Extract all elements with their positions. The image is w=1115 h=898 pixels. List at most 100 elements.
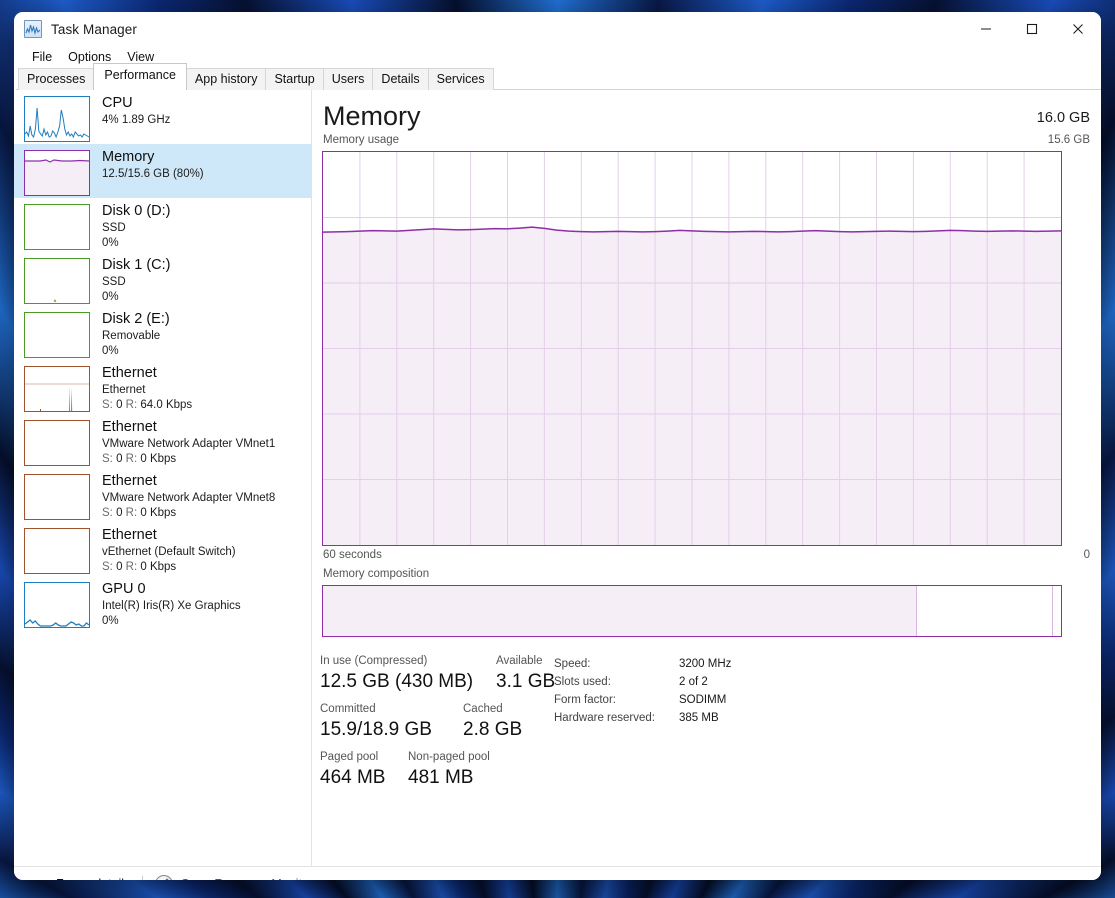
stat-non-paged-pool-label: Non-paged pool bbox=[408, 751, 490, 763]
stat-paged-pool: Paged pool 464 MB bbox=[320, 749, 408, 791]
spec-hardware-reserved-value: 385 MB bbox=[679, 712, 719, 724]
resource-thumbnail-graph bbox=[24, 204, 90, 250]
stat-committed-value: 15.9/18.9 GB bbox=[320, 719, 432, 740]
resource-item-memory[interactable]: Memory 12.5/15.6 GB (80%) bbox=[14, 144, 311, 198]
stat-row-3: Paged pool 464 MB Non-paged pool 481 MB bbox=[320, 749, 740, 791]
spec-speed-label: Speed: bbox=[554, 658, 591, 670]
stat-committed: Committed 15.9/18.9 GB bbox=[320, 701, 463, 743]
composition-segment-standby-cached[interactable] bbox=[916, 586, 1053, 636]
tab-users[interactable]: Users bbox=[322, 68, 374, 90]
resource-item-stat: 4% 1.89 GHz bbox=[102, 114, 171, 126]
composition-segment-free[interactable] bbox=[1052, 586, 1061, 636]
stat-in-use-label: In use (Compressed) bbox=[320, 655, 428, 667]
content-area: CPU 4% 1.89 GHz Memory 12.5/15.6 GB (80%) Di… bbox=[14, 90, 1101, 866]
tab-startup[interactable]: Startup bbox=[265, 68, 324, 90]
resource-item-cpu[interactable]: CPU 4% 1.89 GHz bbox=[14, 90, 311, 144]
resource-item-title: Memory bbox=[102, 149, 155, 165]
memory-detail-panel: Memory 16.0 GB Memory usage 15.6 GB 60 s… bbox=[312, 90, 1101, 866]
tab-performance[interactable]: Performance bbox=[93, 63, 187, 90]
composition-segment-in-use[interactable] bbox=[323, 586, 917, 636]
maximize-button[interactable] bbox=[1009, 12, 1055, 46]
memory-usage-label: Memory usage bbox=[323, 134, 400, 146]
resource-item-ethernet[interactable]: Ethernet vEthernet (Default Switch) S: 0 R… bbox=[14, 522, 311, 576]
resource-thumbnail-graph bbox=[24, 96, 90, 142]
resource-list[interactable]: CPU 4% 1.89 GHz Memory 12.5/15.6 GB (80%) Di… bbox=[14, 90, 312, 866]
resource-item-ethernet[interactable]: Ethernet VMware Network Adapter VMnet8 S: … bbox=[14, 468, 311, 522]
fewer-details-button[interactable]: Fewer details bbox=[36, 877, 130, 880]
spec-slots-used-label: Slots used: bbox=[554, 676, 611, 688]
resource-thumbnail-graph bbox=[24, 420, 90, 466]
memory-specs: Speed: 3200 MHz Slots used: 2 of 2 Form … bbox=[554, 655, 731, 727]
resource-item-ethernet[interactable]: Ethernet VMware Network Adapter VMnet1 S: … bbox=[14, 414, 311, 468]
tab-services[interactable]: Services bbox=[427, 68, 494, 90]
resource-item-stat: 0% bbox=[102, 615, 119, 627]
stat-paged-pool-label: Paged pool bbox=[320, 751, 379, 763]
resource-thumbnail-graph bbox=[24, 150, 90, 196]
resource-item-text: Disk 1 (C:) SSD 0% bbox=[102, 256, 170, 305]
resource-item-text: Ethernet Ethernet S: 0 R: 64.0 Kbps bbox=[102, 364, 192, 413]
minimize-button[interactable] bbox=[963, 12, 1009, 46]
memory-usage-graph[interactable] bbox=[322, 151, 1062, 546]
resource-item-disk-0-d[interactable]: Disk 0 (D:) SSD 0% bbox=[14, 198, 311, 252]
page-title: Memory bbox=[323, 101, 421, 131]
memory-composition-label: Memory composition bbox=[323, 568, 430, 580]
spec-speed-value: 3200 MHz bbox=[679, 658, 732, 670]
resource-thumbnail-graph bbox=[24, 474, 90, 520]
tab-app-history[interactable]: App history bbox=[185, 68, 267, 90]
spec-form-factor: Form factor: SODIMM bbox=[554, 691, 731, 709]
memory-usage-max-label: 15.6 GB bbox=[1047, 134, 1090, 146]
stat-paged-pool-value: 464 MB bbox=[320, 767, 386, 788]
memory-composition-bar[interactable] bbox=[322, 585, 1062, 637]
total-memory-label: 16.0 GB bbox=[1036, 110, 1090, 126]
stat-committed-label: Committed bbox=[320, 703, 376, 715]
spec-form-factor-label: Form factor: bbox=[554, 694, 616, 706]
stat-cached: Cached 2.8 GB bbox=[463, 701, 522, 743]
resource-item-text: Disk 2 (E:) Removable 0% bbox=[102, 310, 170, 359]
resource-thumbnail-graph bbox=[24, 312, 90, 358]
resource-item-title: Disk 0 (D:) bbox=[102, 203, 171, 219]
resource-item-text: CPU 4% 1.89 GHz bbox=[102, 94, 170, 128]
resource-thumbnail-graph bbox=[24, 366, 90, 412]
resource-item-text: GPU 0 Intel(R) Iris(R) Xe Graphics 0% bbox=[102, 580, 241, 629]
resource-item-stat: S: 0 R: 0 Kbps bbox=[102, 453, 177, 465]
chevron-up-icon bbox=[36, 877, 48, 880]
window-title: Task Manager bbox=[51, 21, 137, 37]
spec-slots-used: Slots used: 2 of 2 bbox=[554, 673, 731, 691]
resource-item-stat: 0% bbox=[102, 237, 119, 249]
close-button[interactable] bbox=[1055, 12, 1101, 46]
resource-monitor-icon bbox=[155, 875, 174, 880]
resource-item-text: Ethernet vEthernet (Default Switch) S: 0 R… bbox=[102, 526, 236, 575]
resource-item-subtitle: SSD bbox=[102, 276, 126, 288]
tab-details[interactable]: Details bbox=[372, 68, 429, 90]
spec-slots-used-value: 2 of 2 bbox=[679, 676, 708, 688]
resource-item-title: Ethernet bbox=[102, 365, 157, 381]
stat-available-label: Available bbox=[496, 655, 543, 667]
stat-cached-value: 2.8 GB bbox=[463, 719, 523, 740]
stat-cached-label: Cached bbox=[463, 703, 503, 715]
spec-hardware-reserved-label: Hardware reserved: bbox=[554, 712, 655, 724]
tab-processes[interactable]: Processes bbox=[18, 68, 95, 90]
open-resource-monitor-link[interactable]: Open Resource Monitor bbox=[155, 875, 313, 880]
resource-thumbnail-graph bbox=[24, 582, 90, 628]
fewer-details-label: Fewer details bbox=[56, 877, 130, 880]
resource-item-subtitle: Removable bbox=[102, 330, 161, 342]
resource-item-stat: 0% bbox=[102, 345, 119, 357]
stat-in-use: In use (Compressed) 12.5 GB (430 MB) bbox=[320, 653, 496, 695]
title-bar: Task Manager bbox=[14, 12, 1101, 46]
graph-time-end-label: 0 bbox=[1083, 549, 1090, 561]
resource-item-gpu-0[interactable]: GPU 0 Intel(R) Iris(R) Xe Graphics 0% bbox=[14, 576, 311, 630]
footer-divider bbox=[142, 876, 144, 880]
resource-thumbnail-graph bbox=[24, 258, 90, 304]
resource-item-subtitle: SSD bbox=[102, 222, 126, 234]
resource-item-disk-1-c[interactable]: Disk 1 (C:) SSD 0% bbox=[14, 252, 311, 306]
resource-item-subtitle: VMware Network Adapter VMnet8 bbox=[102, 492, 276, 504]
resource-item-title: GPU 0 bbox=[102, 581, 146, 597]
stat-non-paged-pool-value: 481 MB bbox=[408, 767, 474, 788]
resource-item-disk-2-e[interactable]: Disk 2 (E:) Removable 0% bbox=[14, 306, 311, 360]
resource-item-ethernet[interactable]: Ethernet Ethernet S: 0 R: 64.0 Kbps bbox=[14, 360, 311, 414]
task-manager-icon bbox=[24, 20, 42, 38]
footer-bar: Fewer details Open Resource Monitor bbox=[14, 866, 1101, 880]
resource-item-title: CPU bbox=[102, 95, 133, 111]
resource-item-stat: S: 0 R: 64.0 Kbps bbox=[102, 399, 193, 411]
resource-item-stat: 0% bbox=[102, 291, 119, 303]
